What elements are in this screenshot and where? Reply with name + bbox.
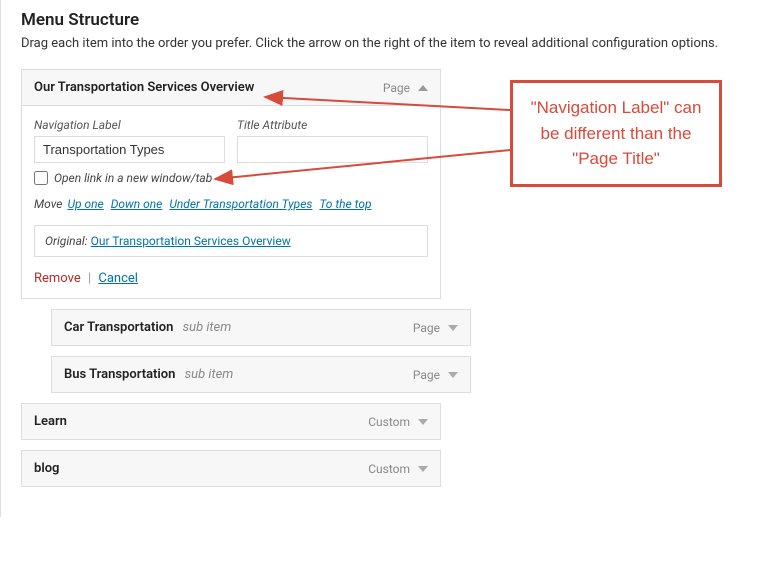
title-attr-field-label: Title Attribute: [237, 118, 428, 132]
menu-item-expanded: Our Transportation Services Overview Pag…: [21, 69, 441, 299]
section-title: Menu Structure: [21, 10, 738, 30]
sub-item-label: sub item: [183, 320, 232, 335]
nav-label-field-label: Navigation Label: [34, 118, 225, 132]
menu-item-blog[interactable]: blog Custom: [21, 450, 441, 487]
item-title-text: Bus Transportation: [64, 367, 175, 382]
move-label: Move: [34, 197, 62, 211]
menu-item-body: Navigation Label Title Attribute Open li…: [22, 105, 440, 298]
title-attr-input[interactable]: [237, 136, 428, 163]
menu-item-header[interactable]: Car Transportation sub item Page: [52, 310, 470, 345]
menu-item-type-label: Page: [383, 81, 410, 95]
collapse-icon[interactable]: [418, 85, 428, 91]
original-label: Original:: [45, 234, 88, 248]
move-down-one-link[interactable]: Down one: [111, 197, 163, 211]
menu-item-header[interactable]: Learn Custom: [22, 404, 440, 439]
original-box: Original: Our Transportation Services Ov…: [34, 225, 428, 257]
menu-item-car[interactable]: Car Transportation sub item Page: [51, 309, 471, 346]
expand-icon[interactable]: [448, 372, 458, 378]
menu-item-bus[interactable]: Bus Transportation sub item Page: [51, 356, 471, 393]
menu-item-title: Our Transportation Services Overview: [34, 80, 383, 95]
menu-item-title: Learn: [34, 414, 368, 429]
move-under-link[interactable]: Under Transportation Types: [169, 197, 312, 211]
new-tab-checkbox[interactable]: [34, 171, 48, 185]
nav-label-input[interactable]: [34, 136, 225, 163]
remove-link[interactable]: Remove: [34, 271, 81, 286]
menu-item-type-label: Page: [413, 368, 440, 382]
callout-box: "Navigation Label" can be different than…: [510, 80, 722, 187]
action-divider: |: [88, 271, 91, 286]
expand-icon[interactable]: [418, 466, 428, 472]
cancel-link[interactable]: Cancel: [98, 271, 138, 286]
move-up-one-link[interactable]: Up one: [67, 197, 103, 211]
menu-item-type-label: Custom: [368, 462, 410, 476]
menu-item-title: Bus Transportation sub item: [64, 367, 413, 382]
menu-item-header[interactable]: Bus Transportation sub item Page: [52, 357, 470, 392]
move-row: Move Up one Down one Under Transportatio…: [34, 197, 428, 211]
menu-item-learn[interactable]: Learn Custom: [21, 403, 441, 440]
menu-item-title: Car Transportation sub item: [64, 320, 413, 335]
expand-icon[interactable]: [448, 325, 458, 331]
instructions-text: Drag each item into the order you prefer…: [21, 36, 738, 51]
expand-icon[interactable]: [418, 419, 428, 425]
menu-item-title: blog: [34, 461, 368, 476]
sub-item-label: sub item: [185, 367, 234, 382]
item-title-text: Car Transportation: [64, 320, 173, 335]
menu-item-header[interactable]: blog Custom: [22, 451, 440, 486]
menu-item-type-label: Page: [413, 321, 440, 335]
menu-item-type-label: Custom: [368, 415, 410, 429]
move-to-top-link[interactable]: To the top: [319, 197, 371, 211]
menu-item-header[interactable]: Our Transportation Services Overview Pag…: [22, 70, 440, 105]
original-link[interactable]: Our Transportation Services Overview: [91, 234, 291, 248]
new-tab-label: Open link in a new window/tab: [54, 171, 212, 185]
action-row: Remove | Cancel: [34, 271, 428, 286]
